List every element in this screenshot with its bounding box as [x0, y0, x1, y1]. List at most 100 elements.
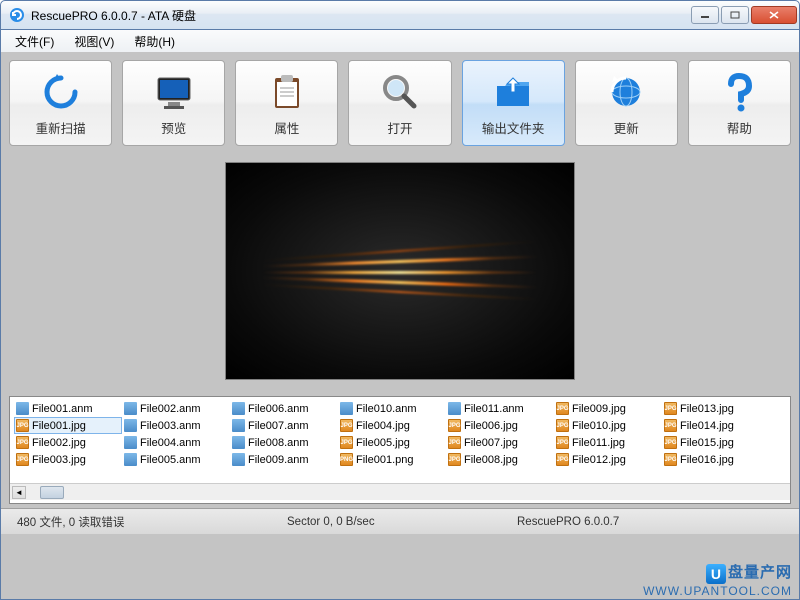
preview-image — [225, 162, 575, 380]
monitor-icon — [152, 70, 196, 114]
filelist-panel: File001.anmJPGFile001.jpgJPGFile002.jpgJ… — [9, 396, 791, 504]
anm-file-icon — [16, 402, 29, 415]
file-item[interactable]: File010.anm — [338, 400, 446, 417]
file-item[interactable]: JPGFile011.jpg — [554, 434, 662, 451]
menu-view[interactable]: 视图(V) — [64, 31, 124, 52]
file-item[interactable]: JPGFile008.jpg — [446, 451, 554, 468]
jpg-file-icon: JPG — [556, 419, 569, 432]
file-item[interactable]: File008.anm — [230, 434, 338, 451]
maximize-button[interactable] — [721, 6, 749, 24]
file-name: File005.jpg — [356, 437, 410, 449]
help-button[interactable]: 帮助 — [688, 60, 791, 146]
jpg-file-icon: JPG — [340, 436, 353, 449]
tool-label: 属性 — [274, 118, 299, 137]
file-item[interactable]: JPGFile004.jpg — [338, 417, 446, 434]
jpg-file-icon: JPG — [664, 419, 677, 432]
file-item[interactable]: JPGFile014.jpg — [662, 417, 770, 434]
jpg-file-icon: JPG — [664, 436, 677, 449]
scroll-left-icon[interactable]: ◄ — [12, 486, 26, 499]
file-item[interactable]: File011.anm — [446, 400, 554, 417]
file-item[interactable]: File005.anm — [122, 451, 230, 468]
file-name: File002.anm — [140, 403, 201, 415]
status-left: 480 文件, 0 读取错误 — [1, 514, 271, 530]
file-item[interactable]: JPGFile016.jpg — [662, 451, 770, 468]
tool-label: 帮助 — [727, 118, 752, 137]
statusbar: 480 文件, 0 读取错误 Sector 0, 0 B/sec RescueP… — [1, 508, 799, 534]
file-name: File012.jpg — [572, 454, 626, 466]
clipboard-icon — [265, 70, 309, 114]
jpg-file-icon: JPG — [16, 419, 29, 432]
file-item[interactable]: JPGFile001.jpg — [14, 417, 122, 434]
anm-file-icon — [232, 419, 245, 432]
file-item[interactable]: File002.anm — [122, 400, 230, 417]
preview-area — [9, 156, 791, 386]
minimize-icon — [700, 11, 710, 19]
file-item[interactable]: JPGFile013.jpg — [662, 400, 770, 417]
file-item[interactable]: JPGFile003.jpg — [14, 451, 122, 468]
question-icon — [717, 70, 761, 114]
anm-file-icon — [124, 436, 137, 449]
close-button[interactable] — [751, 6, 797, 24]
minimize-button[interactable] — [691, 6, 719, 24]
file-item[interactable]: JPGFile015.jpg — [662, 434, 770, 451]
status-right: RescuePRO 6.0.0.7 — [501, 516, 635, 528]
tool-label: 打开 — [387, 118, 412, 137]
maximize-icon — [730, 11, 740, 19]
file-name: File010.jpg — [572, 420, 626, 432]
file-name: File002.jpg — [32, 437, 86, 449]
file-name: File001.anm — [32, 403, 93, 415]
rescan-button[interactable]: 重新扫描 — [9, 60, 112, 146]
file-item[interactable]: JPGFile007.jpg — [446, 434, 554, 451]
properties-button[interactable]: 属性 — [235, 60, 338, 146]
file-item[interactable]: PNGFile001.png — [338, 451, 446, 468]
client-area: 重新扫描 预览 属性 打开 输出文件夹 更新 帮助 — [0, 52, 800, 600]
file-item[interactable]: File009.anm — [230, 451, 338, 468]
file-item[interactable]: JPGFile012.jpg — [554, 451, 662, 468]
file-name: File011.jpg — [572, 437, 625, 449]
close-icon — [769, 11, 779, 19]
jpg-file-icon: JPG — [556, 402, 569, 415]
file-name: File014.jpg — [680, 420, 734, 432]
file-name: File003.jpg — [32, 454, 86, 466]
anm-file-icon — [232, 436, 245, 449]
update-button[interactable]: 更新 — [575, 60, 678, 146]
file-item[interactable]: File001.anm — [14, 400, 122, 417]
file-item[interactable]: JPGFile009.jpg — [554, 400, 662, 417]
file-name: File010.anm — [356, 403, 417, 415]
jpg-file-icon: JPG — [664, 453, 677, 466]
file-item[interactable]: JPGFile006.jpg — [446, 417, 554, 434]
anm-file-icon — [124, 402, 137, 415]
window-title: RescuePRO 6.0.0.7 - ATA 硬盘 — [31, 7, 691, 24]
open-button[interactable]: 打开 — [348, 60, 451, 146]
preview-button[interactable]: 预览 — [122, 60, 225, 146]
file-item[interactable]: File006.anm — [230, 400, 338, 417]
jpg-file-icon: JPG — [16, 436, 29, 449]
menubar: 文件(F) 视图(V) 帮助(H) — [0, 30, 800, 52]
app-icon — [9, 7, 25, 23]
menu-help[interactable]: 帮助(H) — [124, 31, 185, 52]
file-item[interactable]: File007.anm — [230, 417, 338, 434]
scroll-thumb[interactable] — [40, 486, 64, 499]
file-item[interactable]: File004.anm — [122, 434, 230, 451]
output-folder-button[interactable]: 输出文件夹 — [462, 60, 565, 146]
tool-label: 更新 — [614, 118, 639, 137]
horizontal-scrollbar[interactable]: ◄ — [10, 483, 790, 500]
file-name: File006.anm — [248, 403, 309, 415]
file-item[interactable]: JPGFile010.jpg — [554, 417, 662, 434]
file-name: File009.anm — [248, 454, 309, 466]
filelist[interactable]: File001.anmJPGFile001.jpgJPGFile002.jpgJ… — [10, 397, 790, 483]
menu-file[interactable]: 文件(F) — [5, 31, 64, 52]
tool-label: 重新扫描 — [36, 118, 86, 137]
file-name: File004.anm — [140, 437, 201, 449]
toolbar: 重新扫描 预览 属性 打开 输出文件夹 更新 帮助 — [9, 60, 791, 146]
file-item[interactable]: File003.anm — [122, 417, 230, 434]
status-center: Sector 0, 0 B/sec — [271, 516, 501, 528]
file-name: File001.png — [356, 454, 414, 466]
jpg-file-icon: JPG — [664, 402, 677, 415]
titlebar: RescuePRO 6.0.0.7 - ATA 硬盘 — [0, 0, 800, 30]
folder-up-icon — [491, 70, 535, 114]
jpg-file-icon: JPG — [448, 436, 461, 449]
file-item[interactable]: JPGFile005.jpg — [338, 434, 446, 451]
file-item[interactable]: JPGFile002.jpg — [14, 434, 122, 451]
tool-label: 预览 — [161, 118, 186, 137]
